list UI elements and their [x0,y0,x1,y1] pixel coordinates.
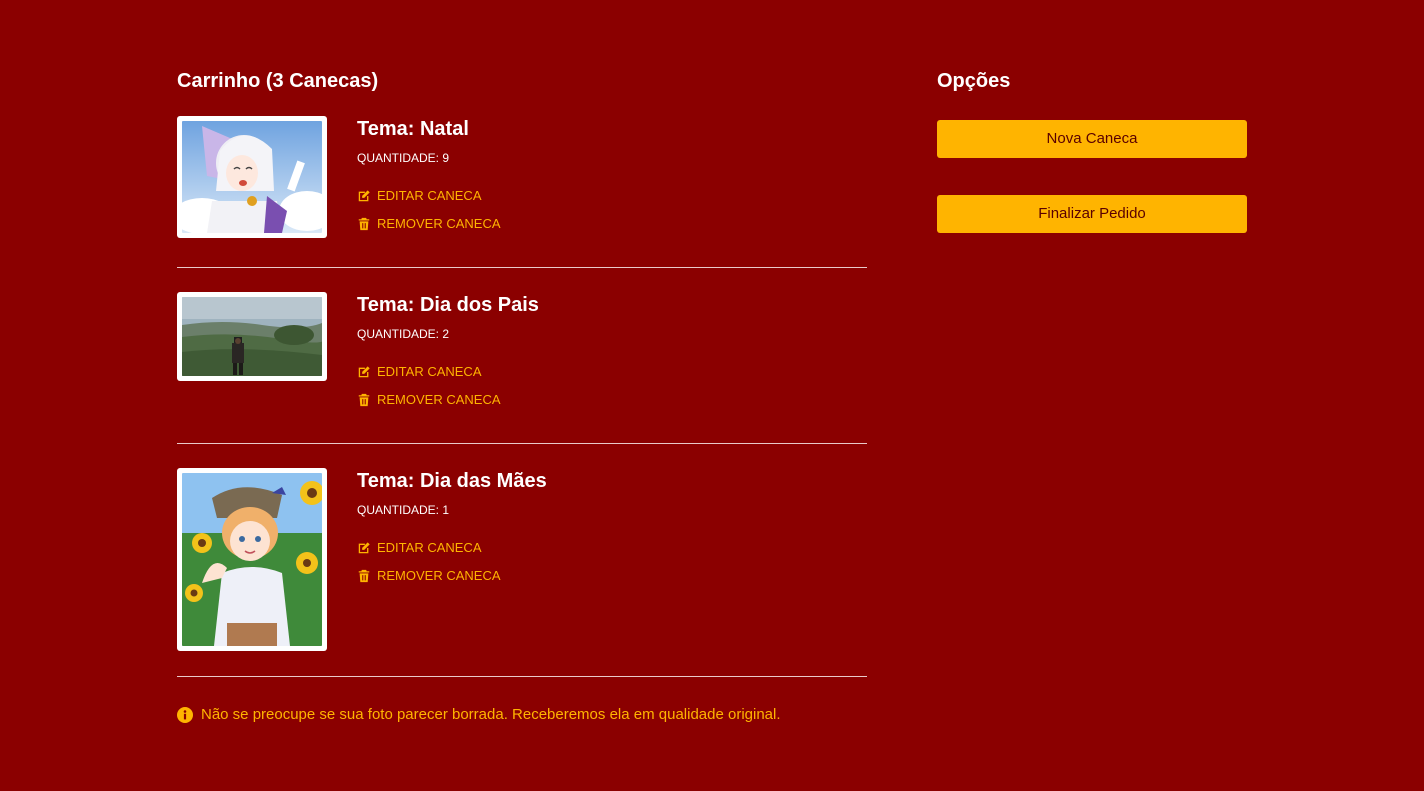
cart-item-info: Tema: Natal QUANTIDADE: 9 EDITAR CANECA … [357,116,501,232]
cart-item: Tema: Dia dos Pais QUANTIDADE: 2 EDITAR … [177,268,867,444]
info-circle-icon [177,707,193,723]
mug-image [182,473,322,646]
item-quantity: QUANTIDADE: 9 [357,151,450,165]
mug-image [182,297,322,376]
mug-thumbnail [177,292,327,381]
edit-mug-label: EDITAR CANECA [377,188,482,203]
trash-icon [358,393,370,407]
cart-item-info: Tema: Dia dos Pais QUANTIDADE: 2 EDITAR … [357,292,539,408]
edit-mug-link[interactable]: EDITAR CANECA [357,540,547,556]
remove-mug-link[interactable]: REMOVER CANECA [357,568,547,584]
item-quantity: QUANTIDADE: 2 [357,327,450,341]
notice-text: Não se preocupe se sua foto parecer borr… [201,706,781,723]
page: Carrinho (3 Canecas) Tema: Natal QUANTID… [0,0,1424,791]
edit-icon [358,190,370,202]
image-quality-notice: Não se preocupe se sua foto parecer borr… [177,705,781,725]
edit-icon [358,366,370,378]
trash-icon [358,569,370,583]
cart-item: Tema: Natal QUANTIDADE: 9 EDITAR CANECA … [177,116,867,268]
trash-icon [358,217,370,231]
edit-mug-link[interactable]: EDITAR CANECA [357,188,501,204]
item-theme: Tema: Natal [357,118,469,140]
checkout-button[interactable]: Finalizar Pedido [937,195,1247,233]
cart-section: Carrinho (3 Canecas) Tema: Natal QUANTID… [177,68,867,677]
mug-thumbnail [177,116,327,238]
cart-title: Carrinho (3 Canecas) [177,70,379,92]
item-theme: Tema: Dia dos Pais [357,294,539,316]
cart-item: Tema: Dia das Mães QUANTIDADE: 1 EDITAR … [177,444,867,677]
remove-mug-link[interactable]: REMOVER CANECA [357,216,501,232]
options-panel: Opções Nova Caneca Finalizar Pedido [937,68,1247,233]
remove-mug-label: REMOVER CANECA [377,568,501,583]
edit-mug-label: EDITAR CANECA [377,540,482,555]
remove-mug-label: REMOVER CANECA [377,216,501,231]
mug-thumbnail [177,468,327,651]
mug-image [182,121,322,233]
remove-mug-label: REMOVER CANECA [377,392,501,407]
remove-mug-link[interactable]: REMOVER CANECA [357,392,539,408]
edit-mug-link[interactable]: EDITAR CANECA [357,364,539,380]
options-title: Opções [937,70,1011,92]
edit-mug-label: EDITAR CANECA [377,364,482,379]
item-quantity: QUANTIDADE: 1 [357,503,450,517]
edit-icon [358,542,370,554]
item-theme: Tema: Dia das Mães [357,470,547,492]
cart-item-info: Tema: Dia das Mães QUANTIDADE: 1 EDITAR … [357,468,547,584]
new-mug-button[interactable]: Nova Caneca [937,120,1247,158]
